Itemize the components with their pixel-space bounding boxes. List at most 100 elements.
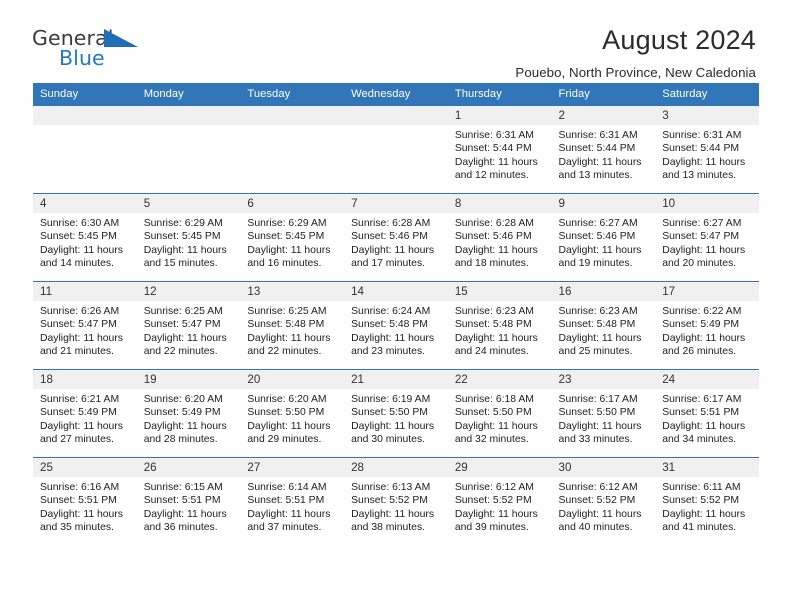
day-number: 24: [655, 370, 759, 389]
weekday-header-tuesday: Tuesday: [240, 83, 345, 106]
calendar-day-cell[interactable]: 10 Sunrise: 6:27 AM Sunset: 5:47 PM Dayligh…: [655, 193, 759, 282]
daylight-duration-line1: Daylight: 11 hours: [662, 332, 746, 344]
calendar-day-cell[interactable]: 31 Sunrise: 6:11 AM Sunset: 5:52 PM Dayligh…: [655, 457, 759, 546]
sunset-time: Sunset: 5:52 PM: [351, 495, 428, 507]
calendar-day-cell[interactable]: 26 Sunrise: 6:15 AM Sunset: 5:51 PM Dayligh…: [136, 457, 241, 546]
sunset-time: Sunset: 5:45 PM: [40, 231, 117, 243]
calendar-day-cell[interactable]: 7 Sunrise: 6:28 AM Sunset: 5:46 PM Daylight…: [344, 193, 448, 282]
daylight-duration-line2: and 17 minutes.: [351, 257, 426, 269]
calendar-day-cell[interactable]: 6 Sunrise: 6:29 AM Sunset: 5:45 PM Daylight…: [240, 193, 345, 282]
calendar-day-cell[interactable]: 11 Sunrise: 6:26 AM Sunset: 5:47 PM Dayligh…: [33, 281, 137, 370]
day-astronomy-info: Sunrise: 6:11 AM Sunset: 5:52 PM Daylight:…: [655, 477, 759, 534]
day-number: 25: [33, 458, 137, 477]
sunrise-time: Sunrise: 6:28 AM: [351, 218, 431, 229]
daylight-duration-line2: and 30 minutes.: [351, 433, 426, 445]
sunset-time: Sunset: 5:48 PM: [558, 319, 636, 331]
day-astronomy-info: Sunrise: 6:16 AM Sunset: 5:51 PM Daylight:…: [33, 477, 137, 534]
calendar-day-cell[interactable]: 25 Sunrise: 6:16 AM Sunset: 5:51 PM Dayligh…: [33, 457, 137, 546]
daylight-duration-line1: Daylight: 11 hours: [247, 332, 331, 344]
day-number: 26: [136, 458, 241, 477]
calendar-day-cell[interactable]: 14 Sunrise: 6:24 AM Sunset: 5:48 PM Dayligh…: [344, 281, 448, 370]
sunrise-time: Sunrise: 6:25 AM: [247, 306, 327, 317]
day-astronomy-info: Sunrise: 6:19 AM Sunset: 5:50 PM Daylight:…: [344, 389, 448, 446]
sunrise-time: Sunrise: 6:21 AM: [40, 394, 120, 405]
day-number: 5: [136, 194, 241, 213]
day-astronomy-info: Sunrise: 6:14 AM Sunset: 5:51 PM Daylight:…: [240, 477, 344, 534]
calendar-day-cell[interactable]: 5 Sunrise: 6:29 AM Sunset: 5:45 PM Daylight…: [136, 193, 241, 282]
triangle-icon: [104, 29, 138, 47]
calendar-day-cell[interactable]: 21 Sunrise: 6:19 AM Sunset: 5:50 PM Dayligh…: [344, 369, 448, 458]
day-number: 21: [344, 370, 448, 389]
sunrise-time: Sunrise: 6:16 AM: [40, 482, 120, 493]
page-title: August 2024: [602, 25, 756, 55]
calendar-header-row: Sunday Monday Tuesday Wednesday Thursday…: [33, 83, 759, 106]
sunset-time: Sunset: 5:47 PM: [143, 319, 221, 331]
daylight-duration-line2: and 25 minutes.: [558, 345, 633, 357]
calendar-day-cell[interactable]: 2 Sunrise: 6:31 AM Sunset: 5:44 PM Daylight…: [551, 105, 656, 194]
calendar-day-cell[interactable]: 30 Sunrise: 6:12 AM Sunset: 5:52 PM Dayligh…: [551, 457, 656, 546]
sunrise-time: Sunrise: 6:19 AM: [351, 394, 431, 405]
calendar-day-cell[interactable]: 16 Sunrise: 6:23 AM Sunset: 5:48 PM Dayligh…: [551, 281, 656, 370]
daylight-duration-line1: Daylight: 11 hours: [558, 332, 642, 344]
day-number: 8: [447, 194, 552, 213]
sunset-time: Sunset: 5:49 PM: [40, 407, 117, 419]
calendar-day-cell[interactable]: 17 Sunrise: 6:22 AM Sunset: 5:49 PM Dayligh…: [655, 281, 759, 370]
sunset-time: Sunset: 5:49 PM: [143, 407, 221, 419]
calendar-day-cell[interactable]: 19 Sunrise: 6:20 AM Sunset: 5:49 PM Dayligh…: [136, 369, 241, 458]
weekday-header-thursday: Thursday: [447, 83, 552, 106]
daylight-duration-line2: and 33 minutes.: [558, 433, 633, 445]
calendar-day-cell[interactable]: 20 Sunrise: 6:20 AM Sunset: 5:50 PM Dayligh…: [240, 369, 345, 458]
sunrise-time: Sunrise: 6:30 AM: [40, 218, 120, 229]
calendar-day-cell[interactable]: 15 Sunrise: 6:23 AM Sunset: 5:48 PM Dayligh…: [447, 281, 552, 370]
sunset-time: Sunset: 5:51 PM: [662, 407, 740, 419]
day-astronomy-info: Sunrise: 6:18 AM Sunset: 5:50 PM Daylight:…: [448, 389, 552, 446]
daylight-duration-line2: and 19 minutes.: [558, 257, 633, 269]
calendar-cell-empty: [33, 105, 137, 194]
calendar-day-cell[interactable]: 27 Sunrise: 6:14 AM Sunset: 5:51 PM Dayligh…: [240, 457, 345, 546]
day-astronomy-info: Sunrise: 6:23 AM Sunset: 5:48 PM Daylight:…: [552, 301, 656, 358]
calendar-day-cell[interactable]: 23 Sunrise: 6:17 AM Sunset: 5:50 PM Dayligh…: [551, 369, 656, 458]
day-astronomy-info: Sunrise: 6:20 AM Sunset: 5:49 PM Daylight:…: [137, 389, 241, 446]
sunset-time: Sunset: 5:45 PM: [143, 231, 221, 243]
calendar-day-cell[interactable]: 29 Sunrise: 6:12 AM Sunset: 5:52 PM Dayligh…: [447, 457, 552, 546]
day-number: 13: [240, 282, 345, 301]
daylight-duration-line1: Daylight: 11 hours: [454, 508, 538, 520]
brand-logo[interactable]: General Blue: [32, 26, 144, 72]
day-astronomy-info: Sunrise: 6:13 AM Sunset: 5:52 PM Daylight:…: [344, 477, 448, 534]
calendar-week-row: 25 Sunrise: 6:16 AM Sunset: 5:51 PM Dayligh…: [33, 457, 759, 546]
day-astronomy-info: Sunrise: 6:22 AM Sunset: 5:49 PM Daylight:…: [655, 301, 759, 358]
calendar-body: 1 Sunrise: 6:31 AM Sunset: 5:44 PM Daylight…: [33, 105, 759, 546]
day-astronomy-info: Sunrise: 6:31 AM Sunset: 5:44 PM Daylight:…: [655, 125, 759, 182]
calendar-day-cell[interactable]: 22 Sunrise: 6:18 AM Sunset: 5:50 PM Dayligh…: [447, 369, 552, 458]
daylight-duration-line1: Daylight: 11 hours: [662, 508, 746, 520]
day-number: 12: [136, 282, 241, 301]
sunset-time: Sunset: 5:52 PM: [558, 495, 636, 507]
day-number: 11: [33, 282, 137, 301]
sunrise-time: Sunrise: 6:31 AM: [558, 130, 638, 141]
day-number: [344, 106, 448, 125]
calendar-table: Sunday Monday Tuesday Wednesday Thursday…: [33, 83, 759, 546]
day-number: 31: [655, 458, 759, 477]
sunrise-time: Sunrise: 6:27 AM: [662, 218, 742, 229]
day-astronomy-info: Sunrise: 6:31 AM Sunset: 5:44 PM Daylight:…: [552, 125, 656, 182]
calendar-day-cell[interactable]: 18 Sunrise: 6:21 AM Sunset: 5:49 PM Dayligh…: [33, 369, 137, 458]
calendar-day-cell[interactable]: 8 Sunrise: 6:28 AM Sunset: 5:46 PM Daylight…: [447, 193, 552, 282]
calendar-day-cell[interactable]: 4 Sunrise: 6:30 AM Sunset: 5:45 PM Daylight…: [33, 193, 137, 282]
sunrise-time: Sunrise: 6:17 AM: [558, 394, 638, 405]
sunset-time: Sunset: 5:46 PM: [454, 231, 532, 243]
calendar-week-row: 1 Sunrise: 6:31 AM Sunset: 5:44 PM Daylight…: [33, 105, 759, 194]
sunrise-time: Sunrise: 6:14 AM: [247, 482, 327, 493]
calendar-day-cell[interactable]: 24 Sunrise: 6:17 AM Sunset: 5:51 PM Dayligh…: [655, 369, 759, 458]
calendar-day-cell[interactable]: 3 Sunrise: 6:31 AM Sunset: 5:44 PM Daylight…: [655, 105, 759, 194]
calendar-day-cell[interactable]: 28 Sunrise: 6:13 AM Sunset: 5:52 PM Dayligh…: [344, 457, 448, 546]
sunset-time: Sunset: 5:50 PM: [558, 407, 636, 419]
calendar-day-cell[interactable]: 9 Sunrise: 6:27 AM Sunset: 5:46 PM Daylight…: [551, 193, 656, 282]
calendar-day-cell[interactable]: 13 Sunrise: 6:25 AM Sunset: 5:48 PM Dayligh…: [240, 281, 345, 370]
sunrise-time: Sunrise: 6:15 AM: [143, 482, 223, 493]
day-astronomy-info: Sunrise: 6:27 AM Sunset: 5:47 PM Daylight:…: [655, 213, 759, 270]
calendar-day-cell[interactable]: 12 Sunrise: 6:25 AM Sunset: 5:47 PM Dayligh…: [136, 281, 241, 370]
daylight-duration-line1: Daylight: 11 hours: [454, 244, 538, 256]
calendar-day-cell[interactable]: 1 Sunrise: 6:31 AM Sunset: 5:44 PM Daylight…: [447, 105, 552, 194]
day-number: 19: [136, 370, 241, 389]
day-astronomy-info: Sunrise: 6:24 AM Sunset: 5:48 PM Daylight:…: [344, 301, 448, 358]
